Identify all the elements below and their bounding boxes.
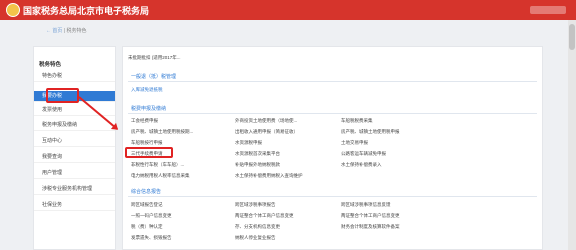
service-item[interactable]: 水资源税首次采集平台 [235,151,280,157]
service-item[interactable]: 跨区域涉税事项报告 [235,202,276,208]
notice-text[interactable]: 未批期批扣 (适用2017年... [128,55,181,61]
site-title: 国家税务总局北京市电子税务局 [23,6,150,16]
section-refund-title: 一般退（抵）税管理 [131,74,177,80]
service-item[interactable]: 车船税税费采集 [341,118,373,124]
sidebar-item-query[interactable]: 我要查询 [34,152,115,163]
sidebar-item-user-management[interactable]: 用户管理 [34,168,115,179]
service-item[interactable]: 税（费）种认定 [131,224,163,230]
service-item[interactable]: 出租收入通用申报（简易征收） [235,129,298,135]
section-info-report-title: 综合信息报告 [131,189,162,195]
sidebar-heading: 税务特色 [39,62,62,68]
annotation-highlight-sidebar [46,88,79,103]
sidebar-item-special-tax[interactable]: 特色办税 [34,71,115,82]
service-item[interactable]: 财务会计制度及核算软件备案 [341,224,400,230]
sidebar-item-interaction[interactable]: 互动中心 [34,136,115,147]
service-item[interactable]: 水土保持补偿费用纳税入查询维护 [235,173,303,179]
sidebar-item-agency-management[interactable]: 涉税专业服务机构管理 [34,184,115,195]
sidebar-item-social-security[interactable]: 社保业务 [34,200,115,211]
section-divider [128,113,537,114]
breadcrumb-current: 税务特色 [66,28,87,34]
breadcrumb: ← 首页 | 税务特色 [46,27,86,34]
tax-bureau-emblem-icon [6,3,20,17]
sidebar: 税务特色 特色办税 我要办税 发票使用 税务申报及缴纳 互动中心 我要查询 用户… [33,46,116,250]
section-declaration-title: 税费申报及缴纳 [131,106,167,112]
service-item[interactable]: 存、分支机构信息变更 [235,224,280,230]
section-divider [128,196,537,197]
service-item[interactable]: 跨区域报告登记 [131,202,163,208]
service-item[interactable]: 跨区域涉税事项信息反馈 [341,202,391,208]
service-item[interactable]: 两证整合个体工商户信息变更 [341,213,400,219]
section-divider [128,81,537,82]
service-item[interactable]: 非税性行车税（车车船）... [131,162,184,168]
service-item[interactable]: 纳税人停业复业报告 [235,235,276,241]
service-item[interactable]: 水土保持补偿费录入 [341,162,382,168]
service-item[interactable]: 房产税、城镇土地使用税申报 [341,129,400,135]
main-panel: 未批期批扣 (适用2017年... 一般退（抵）税管理 入库减免退抵税 税费申报… [122,46,543,250]
sidebar-item-declaration[interactable]: 税务申报及缴纳 [34,120,115,131]
breadcrumb-home-link[interactable]: ← 首页 [46,28,62,34]
sidebar-item-invoice[interactable]: 发票使用 [34,105,115,116]
scrollbar-thumb[interactable] [569,24,575,50]
service-item[interactable]: 电力纳税用税人税率信息采集 [131,173,190,179]
top-header: 国家税务总局北京市电子税务局 [0,0,576,20]
refund-link[interactable]: 入库减免退抵税 [131,87,163,93]
service-item[interactable]: 两证整合个体工商户信息变更 [235,213,294,219]
page-scrollbar[interactable] [568,20,576,250]
annotation-highlight-item [125,147,173,158]
service-item[interactable]: 工会经费申报 [131,118,158,124]
service-item[interactable]: 发票遗失、损毁报告 [131,235,172,241]
service-item[interactable]: 公路客运车辆减免申报 [341,151,386,157]
service-item[interactable]: 水资源税申报 [235,140,262,146]
service-item[interactable]: 外商投资土地使用费（场地使... [235,118,297,124]
service-item[interactable]: 房产税、城镇土地使用税按期... [131,129,193,135]
service-item[interactable]: 土地交易申报 [341,140,368,146]
service-item[interactable]: 车船税按行申报 [131,140,163,146]
user-info-area[interactable] [530,6,566,14]
service-item[interactable]: 一照一码户信息变更 [131,213,172,219]
service-item[interactable]: 补贴申报外地纳税税款 [235,162,280,168]
